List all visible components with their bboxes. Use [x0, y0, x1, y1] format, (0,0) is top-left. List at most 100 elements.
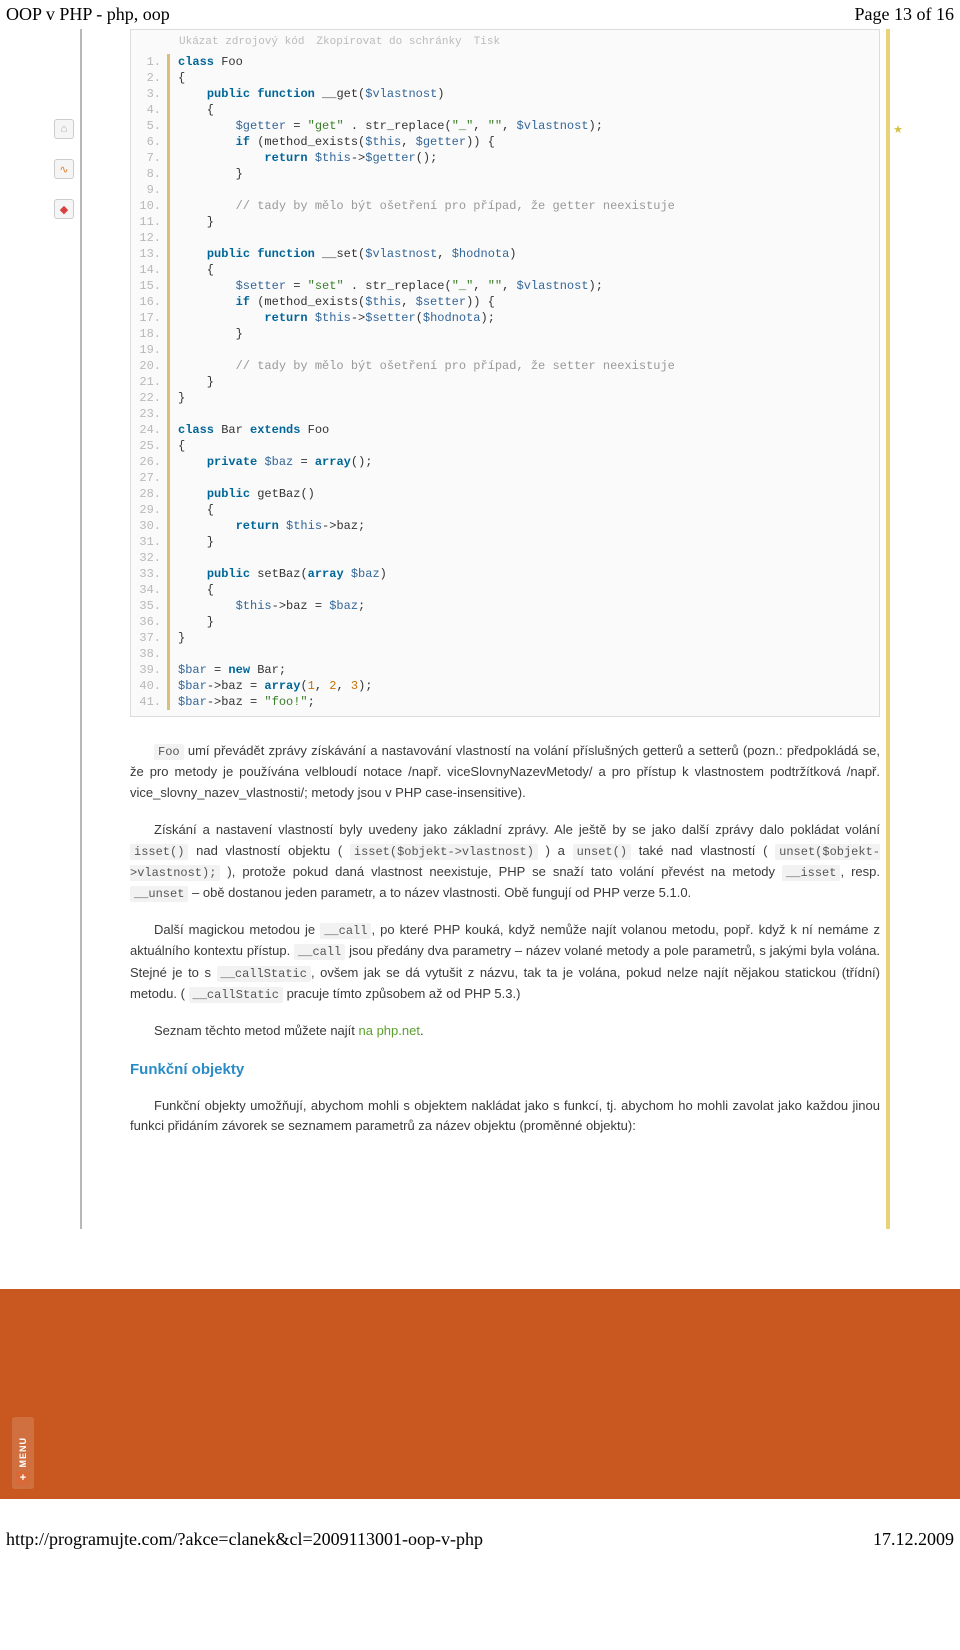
line-number: 30.	[131, 518, 167, 534]
code-source: return $this->$setter($hodnota);	[178, 310, 495, 326]
inline-code-call: __call	[320, 923, 371, 939]
line-number: 41.	[131, 694, 167, 710]
code-line: 21. }	[131, 374, 879, 390]
code-show-source[interactable]: Ukázat zdrojový kód	[179, 36, 304, 48]
code-print[interactable]: Tisk	[474, 36, 500, 48]
code-source: }	[178, 374, 214, 390]
line-number: 3.	[131, 86, 167, 102]
line-number: 34.	[131, 582, 167, 598]
code-source: if (method_exists($this, $getter)) {	[178, 134, 495, 150]
badge-icon[interactable]: ◆	[54, 199, 74, 219]
code-line: 22.}	[131, 390, 879, 406]
gutter-bar	[167, 550, 170, 566]
code-source: $this->baz = $baz;	[178, 598, 365, 614]
gutter-bar	[167, 486, 170, 502]
code-line: 37.}	[131, 630, 879, 646]
line-number: 25.	[131, 438, 167, 454]
scroll-track	[886, 29, 890, 1229]
code-line: 29. {	[131, 502, 879, 518]
home-icon[interactable]: ⌂	[54, 119, 74, 139]
gutter-bar	[167, 326, 170, 342]
prose-text: , resp.	[840, 864, 880, 879]
line-number: 15.	[131, 278, 167, 294]
menu-label: MENU	[18, 1437, 28, 1468]
code-source: class Foo	[178, 54, 243, 70]
code-source: // tady by mělo být ošetření pro případ,…	[178, 198, 675, 214]
prose-text: ), protože pokud daná vlastnost neexistu…	[220, 864, 782, 879]
gutter-bar	[167, 470, 170, 486]
gutter-bar	[167, 502, 170, 518]
code-source: return $this->baz;	[178, 518, 365, 534]
code-line: 26. private $baz = array();	[131, 454, 879, 470]
code-copy-clipboard[interactable]: Zkopírovat do schránky	[316, 36, 461, 48]
gutter-bar	[167, 102, 170, 118]
line-number: 22.	[131, 390, 167, 406]
prose-text: umí převádět zprávy získávání a nastavov…	[130, 743, 880, 800]
line-number: 19.	[131, 342, 167, 358]
gutter-bar	[167, 662, 170, 678]
code-line: 1.class Foo	[131, 54, 879, 70]
gutter-bar	[167, 118, 170, 134]
line-number: 31.	[131, 534, 167, 550]
rss-icon[interactable]: ∿	[54, 159, 74, 179]
code-line: 11. }	[131, 214, 879, 230]
line-number: 14.	[131, 262, 167, 278]
line-number: 2.	[131, 70, 167, 86]
code-source: class Bar extends Foo	[178, 422, 329, 438]
gutter-bar	[167, 198, 170, 214]
prose-text: ) a	[538, 843, 573, 858]
code-source: {	[178, 102, 214, 118]
gutter-bar	[167, 230, 170, 246]
gutter-bar	[167, 278, 170, 294]
gutter-bar	[167, 182, 170, 198]
gutter-bar	[167, 422, 170, 438]
code-source: }	[178, 630, 185, 646]
code-block: Ukázat zdrojový kód Zkopírovat do schrán…	[130, 29, 880, 717]
line-number: 23.	[131, 406, 167, 422]
code-line: 15. $setter = "set" . str_replace("_", "…	[131, 278, 879, 294]
line-number: 10.	[131, 198, 167, 214]
line-number: 7.	[131, 150, 167, 166]
prose-text: nad vlastností objektu (	[188, 843, 349, 858]
code-source: {	[178, 502, 214, 518]
line-number: 40.	[131, 678, 167, 694]
section-heading-funkcni-objekty: Funkční objekty	[130, 1058, 880, 1082]
code-line: 19.	[131, 342, 879, 358]
inline-code-isset: isset()	[130, 844, 188, 860]
code-line: 23.	[131, 406, 879, 422]
prose-text: Získání a nastavení vlastností byly uved…	[154, 822, 880, 837]
code-line: 3. public function __get($vlastnost)	[131, 86, 879, 102]
code-source: }	[178, 326, 243, 342]
gutter-bar	[167, 310, 170, 326]
gutter-bar	[167, 582, 170, 598]
star-icon[interactable]: ★	[888, 119, 908, 139]
code-line: 31. }	[131, 534, 879, 550]
link-phpnet[interactable]: na php.net	[359, 1023, 420, 1038]
code-line: 10. // tady by mělo být ošetření pro pří…	[131, 198, 879, 214]
menu-tab[interactable]: MENU +	[12, 1417, 34, 1490]
gutter-bar	[167, 134, 170, 150]
line-number: 32.	[131, 550, 167, 566]
code-line: 14. {	[131, 262, 879, 278]
gutter-bar	[167, 614, 170, 630]
code-source: public function __set($vlastnost, $hodno…	[178, 246, 517, 262]
prose-text: Další magickou metodou je	[154, 922, 320, 937]
line-number: 13.	[131, 246, 167, 262]
code-source: $bar->baz = array(1, 2, 3);	[178, 678, 372, 694]
inline-code-callstatic-2: __callStatic	[189, 987, 283, 1003]
gutter-bar	[167, 694, 170, 710]
code-source: }	[178, 390, 185, 406]
code-source: {	[178, 582, 214, 598]
line-number: 6.	[131, 134, 167, 150]
prose-text: Seznam těchto metod můžete najít	[154, 1023, 359, 1038]
footer-band: MENU +	[0, 1289, 960, 1499]
line-number: 12.	[131, 230, 167, 246]
gutter-bar	[167, 630, 170, 646]
prose-text: také nad vlastností (	[631, 843, 775, 858]
code-line: 27.	[131, 470, 879, 486]
code-toolbar: Ukázat zdrojový kód Zkopírovat do schrán…	[131, 30, 879, 54]
inline-code-call-2: __call	[294, 944, 345, 960]
code-source: if (method_exists($this, $setter)) {	[178, 294, 495, 310]
page-footer: http://programujte.com/?akce=clanek&cl=2…	[0, 1499, 960, 1558]
gutter-bar	[167, 70, 170, 86]
